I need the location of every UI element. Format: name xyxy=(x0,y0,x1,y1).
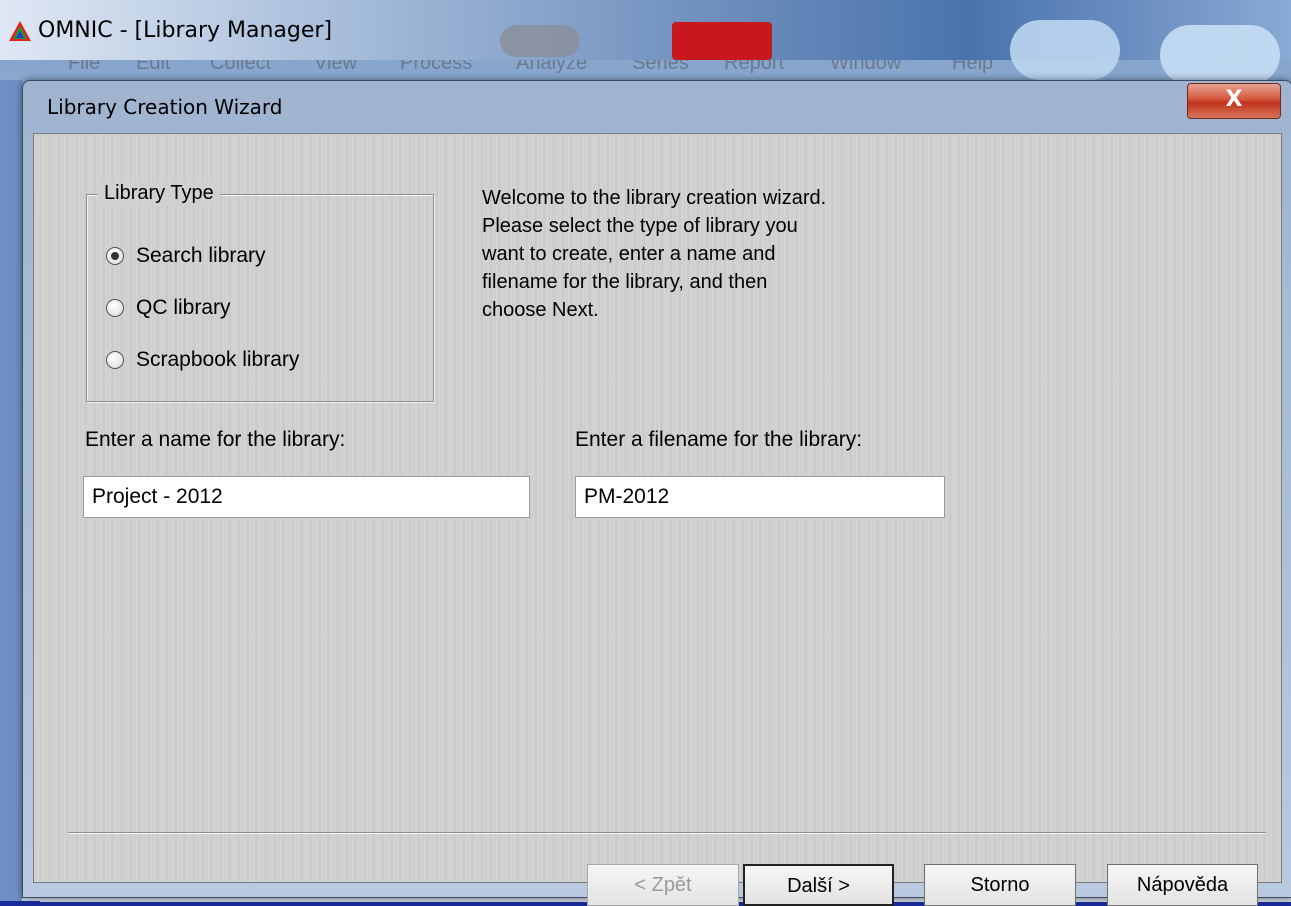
next-button[interactable]: Další > xyxy=(743,864,894,906)
cancel-button[interactable]: Storno xyxy=(924,864,1076,906)
library-name-label: Enter a name for the library: xyxy=(85,428,346,451)
radio-label: QC library xyxy=(136,296,231,319)
menu-view[interactable]: View xyxy=(314,60,357,75)
library-filename-label: Enter a filename for the library: xyxy=(575,428,863,451)
app-titlebar: OMNIC - [Library Manager] xyxy=(0,0,1291,85)
menu-edit[interactable]: Edit xyxy=(136,60,170,75)
app-left-edge xyxy=(0,80,22,901)
omnic-logo-icon xyxy=(9,21,31,41)
menu-window[interactable]: Window xyxy=(830,60,901,75)
welcome-text: Welcome to the library creation wizard. … xyxy=(482,184,962,324)
radio-label: Search library xyxy=(136,244,266,267)
radio-scrapbook-library[interactable]: Scrapbook library xyxy=(106,348,299,372)
radio-label: Scrapbook library xyxy=(136,348,300,371)
wizard-page: Library Type Search library QC library S… xyxy=(33,133,1282,906)
menu-report[interactable]: Report xyxy=(724,60,784,75)
app-menubar: File Edit Collect View Process Analyze S… xyxy=(0,60,1291,80)
radio-search-library[interactable]: Search library xyxy=(106,244,266,268)
radio-unselected-icon[interactable] xyxy=(106,299,124,317)
welcome-line: Please select the type of library you xyxy=(482,215,798,237)
background-decoration xyxy=(672,22,772,60)
menu-collect[interactable]: Collect xyxy=(210,60,271,75)
library-name-input[interactable] xyxy=(83,476,530,518)
welcome-line: choose Next. xyxy=(482,299,599,321)
welcome-line: Welcome to the library creation wizard. xyxy=(482,187,827,209)
radio-unselected-icon[interactable] xyxy=(106,351,124,369)
library-filename-input[interactable] xyxy=(575,476,945,518)
menu-help[interactable]: Help xyxy=(952,60,993,75)
welcome-line: want to create, enter a name and xyxy=(482,243,776,265)
dialog-title: Library Creation Wizard xyxy=(47,95,283,119)
library-type-legend: Library Type xyxy=(98,182,220,205)
help-button[interactable]: Nápověda xyxy=(1107,864,1258,906)
close-icon: X xyxy=(1225,87,1243,112)
menu-file[interactable]: File xyxy=(68,60,100,75)
radio-selected-icon[interactable] xyxy=(106,247,124,265)
welcome-line: filename for the library, and then xyxy=(482,271,768,293)
library-creation-wizard-dialog: Library Creation Wizard X Library Type S… xyxy=(22,80,1291,906)
close-button[interactable]: X xyxy=(1187,83,1281,119)
menu-analyze[interactable]: Analyze xyxy=(516,60,587,75)
background-decoration xyxy=(500,25,580,57)
back-button[interactable]: < Zpět xyxy=(587,864,739,906)
menu-process[interactable]: Process xyxy=(400,60,472,75)
radio-qc-library[interactable]: QC library xyxy=(106,296,231,320)
menu-series[interactable]: Series xyxy=(632,60,689,75)
app-title: OMNIC - [Library Manager] xyxy=(38,18,333,43)
button-separator xyxy=(68,832,1266,834)
